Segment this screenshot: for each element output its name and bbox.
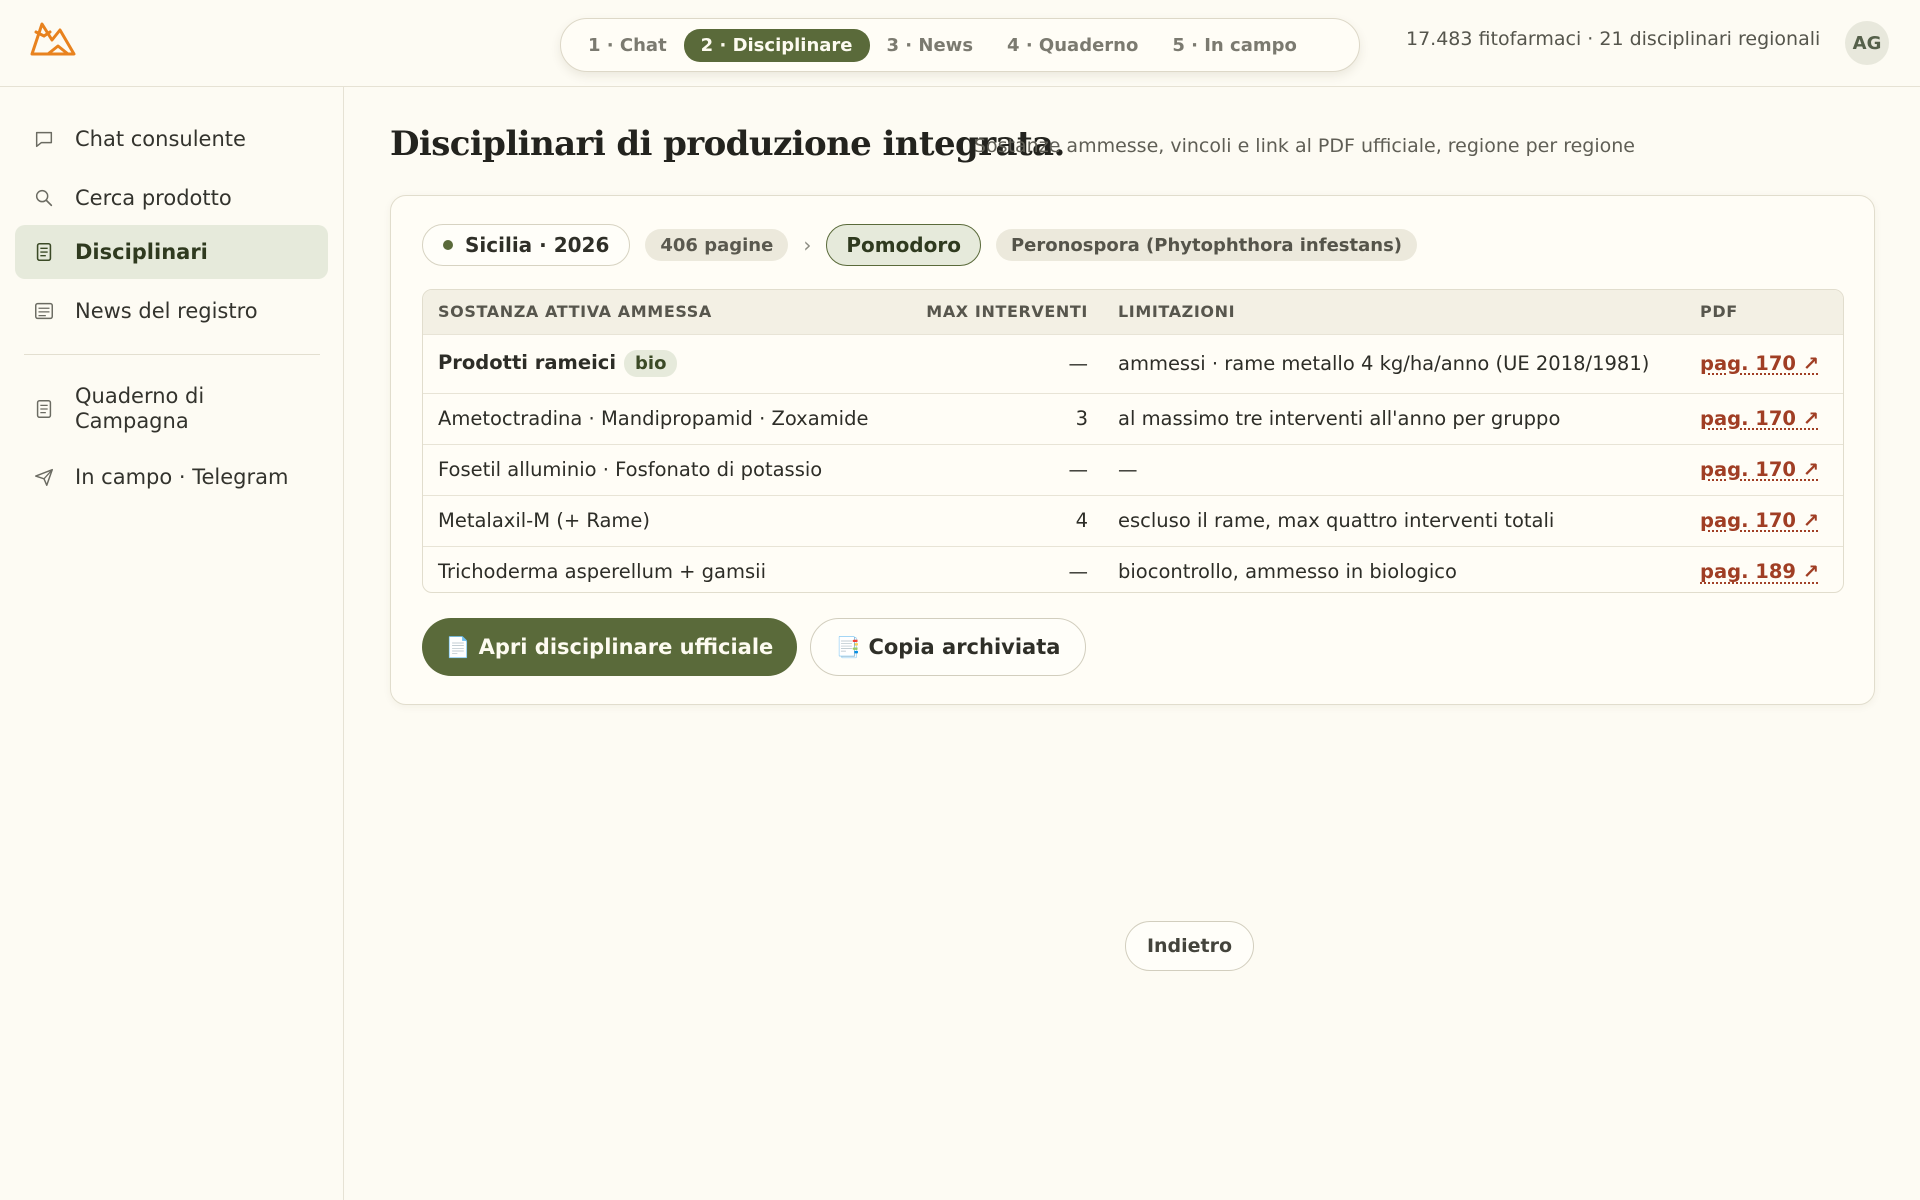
max-interventions-cell: — [1068,458,1089,481]
sidebar-divider [24,354,320,355]
document-icon: 📄 [445,635,471,659]
filter-chips: Sicilia · 2026 406 pagine › Pomodoro Per… [422,224,1418,266]
max-interventions-cell: — [1068,352,1089,375]
max-interventions-cell: 4 [1075,509,1088,532]
pdf-page-link[interactable]: pag. 170 ↗ [1700,352,1819,375]
substance-name: Prodotti rameici [438,351,617,374]
table-row: Prodotti rameici bio — ammessi · rame met… [423,334,1843,393]
table-row: Ametoctradina · Mandipropamid · Zoxamide… [423,393,1843,444]
limits-cell: biocontrollo, ammesso in biologico [1118,560,1457,584]
step-tab-5[interactable]: 5 · In campo [1155,29,1314,62]
substance-cell: Ametoctradina · Mandipropamid · Zoxamide [438,407,869,430]
notebook-icon [36,400,52,418]
bookmark-tabs-icon: 📑 [835,635,861,659]
table-header-row: SOSTANZA ATTIVA AMMESSA MAX INTERVENTI L… [423,290,1843,334]
sidebar-item-label: In campo · Telegram [75,464,289,489]
crop-chip[interactable]: Pomodoro [826,224,981,266]
sidebar-item-disciplinari[interactable]: Disciplinari [15,225,328,279]
pdf-page-link[interactable]: pag. 189 ↗ [1700,560,1819,583]
sidebar: Chat consulente Cerca prodotto Disciplin… [0,87,344,1200]
user-avatar[interactable]: AG [1845,21,1889,65]
limits-cell: escluso il rame, max quattro interventi … [1118,509,1555,532]
chat-bubble-icon [35,131,53,148]
catalog-stats: 17.483 fitofarmaci · 21 disciplinari reg… [1406,28,1821,50]
substance-cell: Trichoderma asperellum + gamsii [438,560,766,584]
column-header-substance: SOSTANZA ATTIVA AMMESSA [438,302,712,322]
sidebar-item-search[interactable]: Cerca prodotto [15,171,328,225]
disciplinare-card: Sicilia · 2026 406 pagine › Pomodoro Per… [390,195,1875,705]
step-navigation: 1 · Chat 2 · Disciplinare 3 · News 4 · Quad… [560,18,1360,72]
news-icon [35,302,53,320]
mountain-logo-icon[interactable] [28,18,78,60]
sidebar-item-label: Cerca prodotto [75,185,232,210]
pdf-cell: pag. 170 ↗ [1685,334,1843,393]
table-row: Trichoderma asperellum + gamsii — biocon… [423,546,1843,592]
step-tab-3[interactable]: 3 · News [870,29,991,62]
column-header-pdf: PDF [1700,302,1738,322]
column-header-max: MAX INTERVENTI [926,302,1088,322]
status-dot [443,240,453,250]
pdf-page-link[interactable]: pag. 170 ↗ [1700,407,1819,430]
sidebar-item-label: Disciplinari [75,239,208,264]
substances-table: SOSTANZA ATTIVA AMMESSA MAX INTERVENTI L… [422,289,1844,593]
search-icon [35,189,53,207]
bio-badge: bio [624,350,678,377]
table-row: Fosetil alluminio · Fosfonato di potassi… [423,444,1843,495]
archived-copy-button[interactable]: 📑 Copia archiviata [810,618,1086,676]
pdf-cell: pag. 189 ↗ [1685,546,1843,592]
top-bar: 1 · Chat 2 · Disciplinare 3 · News 4 · Quad… [0,0,1920,87]
send-icon [35,468,53,486]
sidebar-item-chat[interactable]: Chat consulente [15,112,328,166]
substance-cell: Metalaxil-M (+ Rame) [438,509,651,532]
region-chip[interactable]: Sicilia · 2026 [422,224,631,266]
step-tab-1[interactable]: 1 · Chat [571,29,684,62]
pdf-page-link[interactable]: pag. 170 ↗ [1700,458,1819,481]
open-official-label: Apri disciplinare ufficiale [478,635,774,659]
limits-cell: al massimo tre interventi all'anno per g… [1118,407,1561,430]
table-row: Metalaxil-M (+ Rame) 4 escluso il rame, … [423,495,1843,546]
page-title: Disciplinari di produzione integrata. [390,124,1065,164]
limits-cell: — [1118,458,1138,481]
open-official-button[interactable]: 📄 Apri disciplinare ufficiale [422,618,797,676]
page-subtitle: Sostanze ammesse, vincoli e link al PDF … [974,135,1635,157]
chevron-right-icon: › [803,233,812,257]
sidebar-item-label: Chat consulente [75,126,246,151]
region-label: Sicilia · 2026 [465,233,610,257]
max-interventions-cell: — [1068,560,1089,584]
max-interventions-cell: 3 [1075,407,1088,430]
substance-cell: Fosetil alluminio · Fosfonato di potassi… [438,458,823,481]
disease-chip[interactable]: Peronospora (Phytophthora infestans) [995,229,1418,261]
sidebar-item-telegram[interactable]: In campo · Telegram [15,450,328,504]
column-header-limits: LIMITAZIONI [1118,302,1236,322]
pdf-page-link[interactable]: pag. 170 ↗ [1700,509,1819,532]
sidebar-item-news[interactable]: News del registro [15,284,328,338]
step-tab-2[interactable]: 2 · Disciplinare [683,28,870,62]
sidebar-item-quaderno[interactable]: Quaderno di Campagna [15,378,328,440]
sidebar-item-label: Quaderno di Campagna [75,384,205,433]
back-button[interactable]: Indietro [1125,921,1254,971]
substance-cell: Prodotti rameici bio [423,334,893,393]
step-tab-4[interactable]: 4 · Quaderno [990,29,1155,62]
pdf-cell: pag. 170 ↗ [1685,393,1843,444]
sidebar-item-label: News del registro [75,298,258,323]
pdf-cell: pag. 170 ↗ [1685,495,1843,546]
pages-badge: 406 pagine [645,229,789,261]
limits-cell: ammessi · rame metallo 4 kg/ha/anno (UE … [1118,352,1650,375]
archived-copy-label: Copia archiviata [868,635,1061,659]
pdf-cell: pag. 170 ↗ [1685,444,1843,495]
document-icon [36,242,52,262]
